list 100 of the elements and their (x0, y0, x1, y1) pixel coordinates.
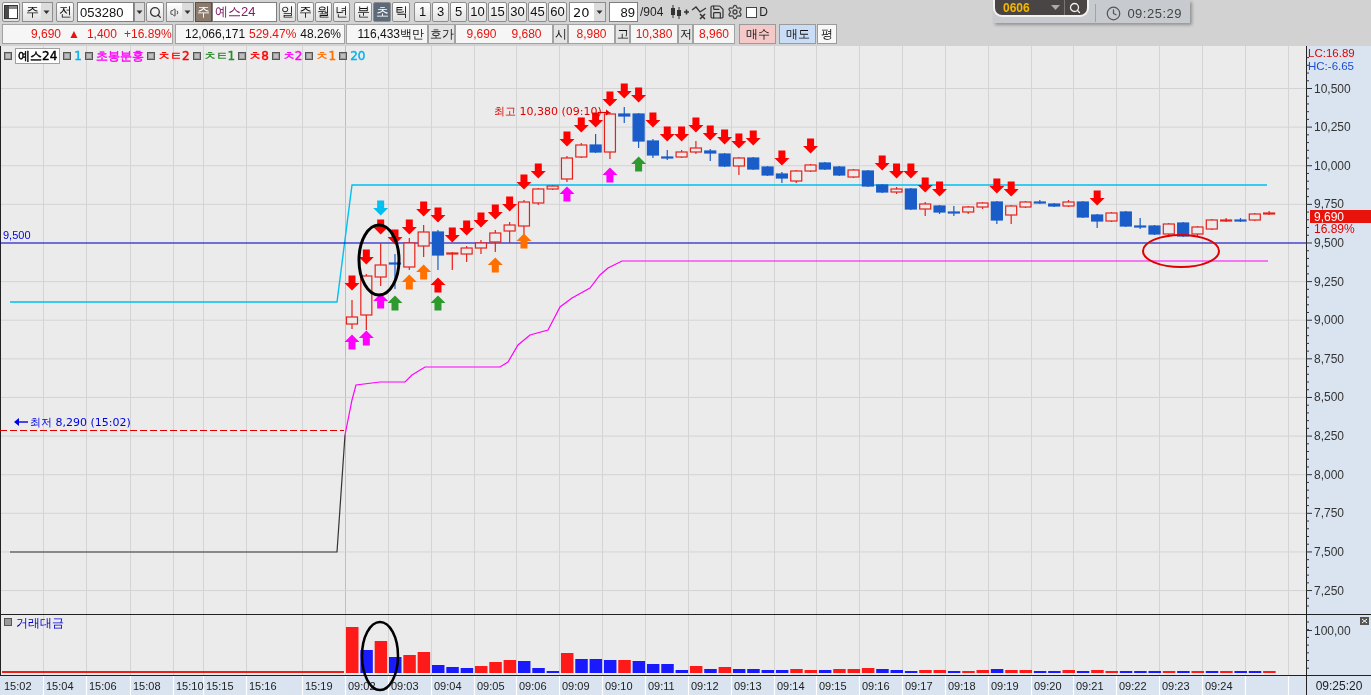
period-tab[interactable]: 년 (333, 2, 350, 22)
interval-button[interactable]: 1 (414, 2, 431, 22)
checkbox[interactable] (746, 6, 758, 18)
time-label: 09:17 (905, 680, 933, 692)
time-label: 15:02 (4, 680, 32, 692)
time-label: 09:13 (734, 680, 762, 692)
down-arrow-icon (373, 219, 389, 235)
price-level-label: 9,500 (3, 229, 31, 241)
legend-toggle-icon[interactable] (305, 52, 314, 60)
candlestick (876, 183, 889, 194)
current-time-label: 09:25:20 (1306, 675, 1371, 695)
quote-value: 9,680 (511, 27, 542, 41)
axis-label: 8,750 (1314, 351, 1345, 366)
time-label: 15:19 (305, 680, 333, 692)
time-label: 15:16 (249, 680, 277, 692)
field-label: 시 (553, 24, 568, 44)
period-tab[interactable]: 틱 (392, 2, 410, 22)
legend-label: 초봉분홍 (95, 49, 144, 63)
period-tab[interactable]: 분 (354, 2, 372, 22)
previous-button[interactable]: 전 (56, 2, 74, 22)
up-arrow-icon (401, 274, 417, 290)
line-chart-x-icon[interactable] (691, 4, 708, 20)
interval-button[interactable]: 5 (450, 2, 467, 22)
interval-button[interactable]: 60 (548, 2, 567, 22)
period-tab[interactable]: 일 (279, 2, 296, 22)
buy-button[interactable]: 매수 (739, 24, 776, 44)
candlestick (1148, 224, 1161, 236)
caret-icon[interactable] (41, 3, 52, 21)
count-select[interactable]: 20 (569, 2, 606, 22)
volume-value: 12,066,171 (185, 27, 246, 41)
settings-icon[interactable] (727, 4, 744, 20)
axis-label: 9,250 (1314, 274, 1345, 289)
sell-button[interactable]: 매도 (779, 24, 816, 44)
candlestick (718, 152, 731, 168)
up-arrow-icon (358, 330, 374, 346)
time-label: 09:05 (477, 680, 505, 692)
legend-toggle-icon[interactable] (4, 52, 12, 60)
quick-search-field[interactable]: 0606 (993, 0, 1089, 17)
last-price-tag: 9,690 (1310, 210, 1371, 224)
candlestick (1091, 213, 1104, 229)
interval-button[interactable]: 30 (508, 2, 527, 22)
field-label: 호가 (428, 24, 455, 44)
caret-icon[interactable] (134, 2, 145, 22)
down-arrow-icon (889, 163, 905, 179)
caret-icon[interactable] (594, 3, 605, 21)
stock-name-field[interactable]: 예스24 (212, 2, 277, 22)
period-tab[interactable]: 초 (373, 2, 391, 22)
candlestick (1162, 222, 1175, 237)
sound-select[interactable] (166, 2, 194, 22)
legend-toggle-icon[interactable] (339, 52, 348, 60)
candlestick (833, 165, 846, 177)
up-arrow-icon (516, 233, 532, 249)
time-label: 09:23 (1162, 680, 1190, 692)
save-icon[interactable] (709, 4, 726, 20)
time-label: 09:21 (1076, 680, 1104, 692)
interval-button[interactable]: 45 (528, 2, 547, 22)
legend-toggle-icon[interactable] (192, 52, 201, 60)
axis-label: 10,000 (1314, 158, 1351, 173)
legend-label: 1 (74, 49, 82, 63)
window-layout-icon (4, 5, 18, 19)
clock-time: 09:25:29 (1127, 5, 1182, 21)
up-arrow-icon (602, 167, 618, 183)
time-label: 09:06 (519, 680, 547, 692)
time-label: 09:22 (1119, 680, 1147, 692)
caret-icon[interactable] (1051, 4, 1060, 11)
axis-label: 7,750 (1314, 506, 1345, 521)
interval-button[interactable]: 10 (468, 2, 487, 22)
search-icon[interactable] (1069, 1, 1081, 14)
market-select[interactable]: 주 (22, 2, 53, 22)
time-label: 15:15 (206, 680, 234, 692)
legend-toggle-icon[interactable] (238, 52, 247, 60)
layout-button[interactable] (2, 2, 20, 22)
time-label: 09:04 (434, 680, 462, 692)
stock-code-field[interactable]: 053280 (77, 2, 134, 22)
panel-title: 거래대금 (16, 616, 64, 630)
search-button[interactable] (146, 2, 164, 22)
period-tab[interactable]: 주 (297, 2, 314, 22)
legend-toggle-icon (4, 618, 12, 626)
interval-button[interactable]: 3 (432, 2, 449, 22)
time-label: 09:12 (691, 680, 719, 692)
interval-button[interactable]: 15 (488, 2, 507, 22)
high-value: 10,380 (630, 24, 678, 44)
caret-icon[interactable] (182, 3, 193, 21)
legend-toggle-icon[interactable] (146, 52, 155, 60)
action-button[interactable]: 평 (817, 24, 837, 44)
period-tab[interactable]: 월 (315, 2, 332, 22)
legend-toggle-icon[interactable] (84, 52, 93, 60)
candle-add-icon[interactable] (669, 4, 690, 20)
up-arrow-icon (631, 156, 647, 172)
close-icon[interactable] (1360, 617, 1369, 625)
last-change-label: 16.89% (1314, 222, 1355, 236)
axis-label: 9,500 (1314, 236, 1345, 250)
down-arrow-icon (702, 125, 718, 141)
down-arrow-icon (401, 219, 417, 235)
legend-toggle-icon[interactable] (271, 52, 280, 60)
time-label: 09:20 (1034, 680, 1062, 692)
position-field[interactable]: 89 (609, 2, 638, 22)
candlestick (460, 245, 473, 263)
legend-toggle-icon[interactable] (63, 52, 72, 60)
down-arrow-icon (416, 201, 432, 217)
